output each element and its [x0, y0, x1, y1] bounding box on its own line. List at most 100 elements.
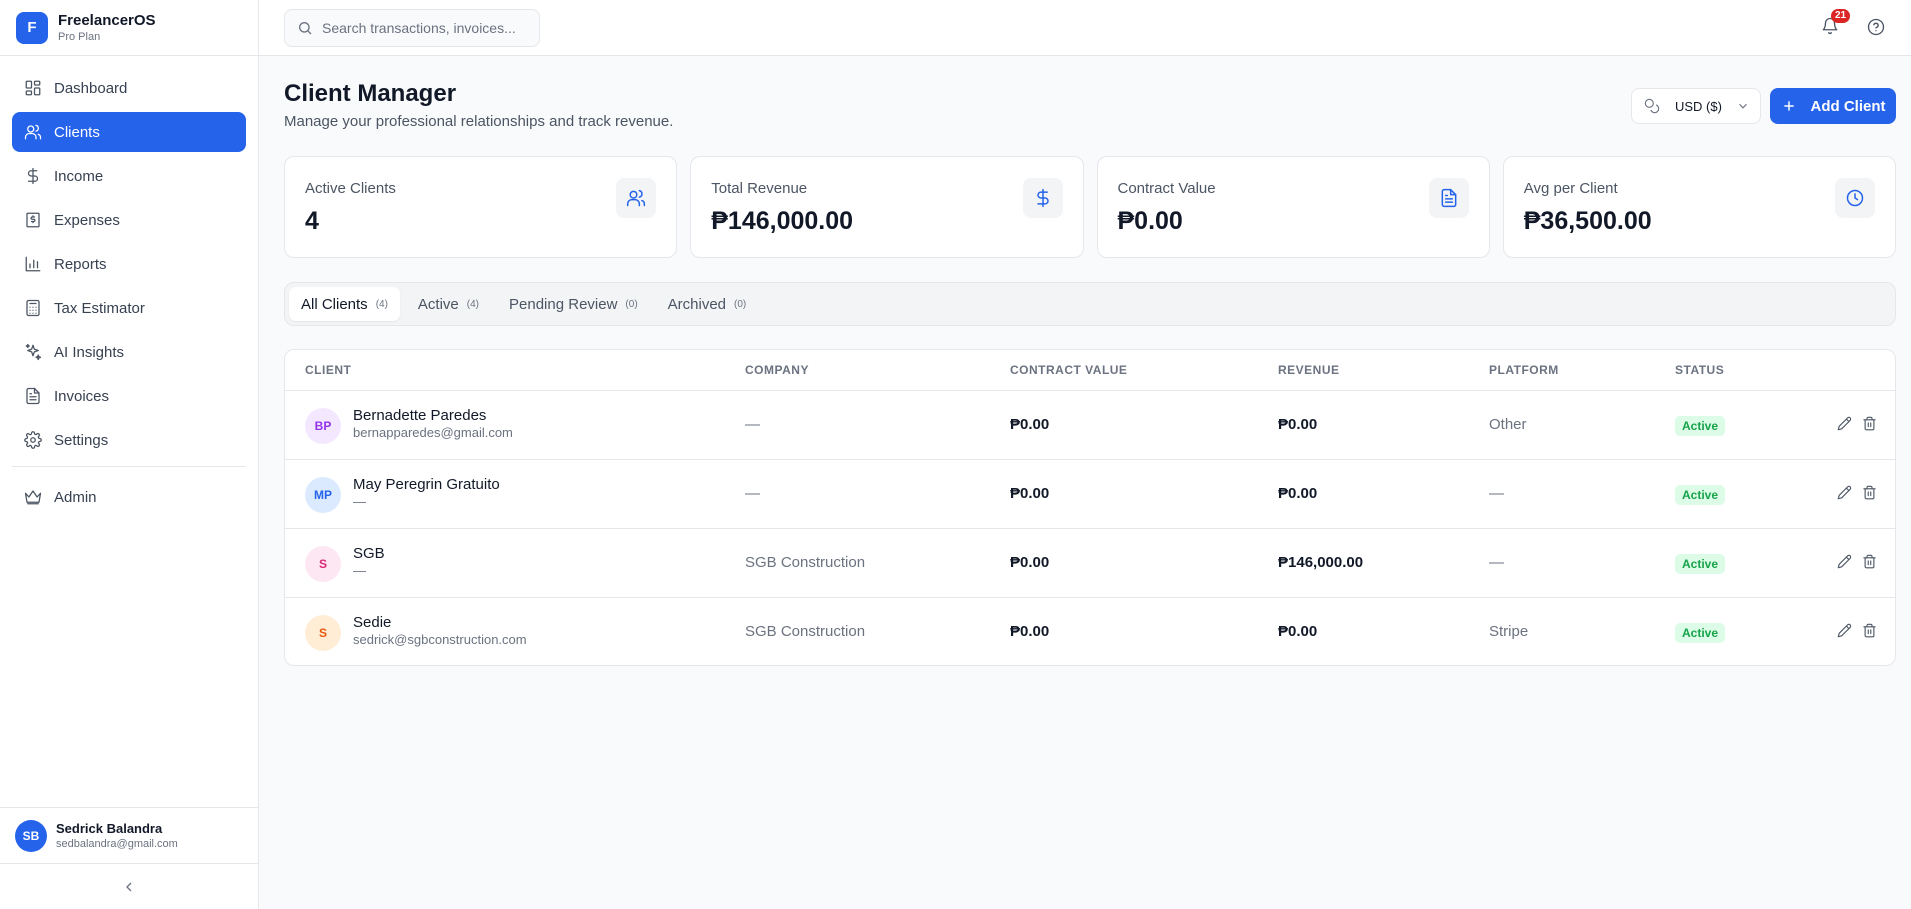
clock-icon: [1846, 189, 1864, 207]
contract-value-cell: ₱0.00: [1010, 416, 1050, 433]
tab-label: Pending Review: [509, 295, 618, 313]
platform-cell: —: [1489, 485, 1504, 502]
coins-icon: [1644, 98, 1660, 114]
status-badge: Active: [1675, 623, 1726, 643]
contract-value-cell: ₱0.00: [1010, 485, 1050, 502]
table-row[interactable]: S SGB — SGB Construction ₱0.00 ₱146,000.…: [285, 529, 1895, 598]
currency-select[interactable]: USD ($): [1631, 88, 1761, 124]
tab-pending-review[interactable]: Pending Review (0): [497, 287, 650, 321]
search-input[interactable]: [322, 20, 532, 36]
user-text: Sedrick Balandra sedbalandra@gmail.com: [56, 821, 178, 851]
stat-card-avg-per-client: Avg per Client ₱36,500.00: [1502, 156, 1896, 258]
row-actions: [1837, 416, 1877, 431]
help-button[interactable]: [1867, 18, 1887, 38]
brand-plan: Pro Plan: [58, 30, 101, 43]
platform-cell: Other: [1489, 416, 1527, 433]
revenue-cell: ₱146,000.00: [1278, 554, 1364, 571]
client-avatar: S: [305, 546, 341, 582]
notification-badge: 21: [1831, 9, 1851, 23]
client-email: bernapparedes@gmail.com: [353, 425, 513, 440]
page-subtitle: Manage your professional relationships a…: [284, 113, 674, 130]
tab-all-clients[interactable]: All Clients (4): [289, 287, 400, 321]
crown-icon: [24, 490, 42, 505]
clients-table: CLIENT COMPANY CONTRACT VALUE REVENUE PL…: [284, 349, 1896, 666]
stat-label: Total Revenue: [711, 180, 808, 197]
brand[interactable]: F FreelancerOS Pro Plan: [0, 0, 258, 56]
client-avatar: BP: [305, 408, 341, 444]
company-cell: —: [745, 485, 760, 502]
edit-icon[interactable]: [1837, 623, 1852, 638]
tab-label: Active: [417, 295, 459, 313]
sidebar-item-label: Reports: [54, 255, 107, 273]
tab-count: (4): [375, 298, 388, 310]
sidebar-item-label: Settings: [54, 431, 109, 449]
company-cell: —: [745, 416, 760, 433]
trash-icon[interactable]: [1862, 554, 1877, 569]
edit-icon[interactable]: [1837, 554, 1852, 569]
tab-archived[interactable]: Archived (0): [656, 287, 759, 321]
sidebar-item-dashboard[interactable]: Dashboard: [12, 68, 246, 108]
company-cell: SGB Construction: [745, 623, 866, 640]
client-name: May Peregrin Gratuito: [353, 476, 500, 493]
client-email: sedrick@sgbconstruction.com: [353, 632, 527, 647]
table-row[interactable]: S Sedie sedrick@sgbconstruction.com SGB …: [285, 598, 1895, 665]
table-row[interactable]: BP Bernadette Paredes bernapparedes@gmai…: [285, 391, 1895, 460]
sidebar-item-admin[interactable]: Admin: [12, 477, 246, 517]
client-cell: S Sedie sedrick@sgbconstruction.com: [305, 614, 527, 651]
stat-label: Contract Value: [1117, 180, 1216, 197]
edit-icon[interactable]: [1837, 416, 1852, 431]
client-name: Sedie: [353, 614, 392, 631]
tab-count: (4): [466, 298, 480, 310]
search-box[interactable]: [284, 9, 540, 47]
sidebar-item-settings[interactable]: Settings: [12, 420, 246, 460]
column-header-status: STATUS: [1675, 363, 1725, 377]
collapse-sidebar-button[interactable]: [0, 863, 258, 909]
trash-icon[interactable]: [1862, 623, 1877, 638]
revenue-cell: ₱0.00: [1278, 623, 1318, 640]
client-text: SGB —: [353, 545, 385, 579]
row-actions: [1837, 623, 1877, 638]
table-row[interactable]: MP May Peregrin Gratuito — — ₱0.00 ₱0.00…: [285, 460, 1895, 529]
page-title: Client Manager: [284, 80, 457, 107]
main-content: Client Manager Manage your professional …: [259, 56, 1911, 909]
bar-chart-icon: [25, 256, 41, 272]
table-header: CLIENT COMPANY CONTRACT VALUE REVENUE PL…: [285, 350, 1895, 391]
sidebar-item-invoices[interactable]: Invoices: [12, 376, 246, 416]
edit-icon[interactable]: [1837, 485, 1852, 500]
client-cell: S SGB —: [305, 545, 385, 582]
add-client-label: Add Client: [1810, 97, 1886, 115]
dollar-icon: [27, 167, 39, 185]
notifications-button[interactable]: 21: [1821, 9, 1851, 39]
add-client-button[interactable]: Add Client: [1770, 88, 1896, 124]
stat-value: ₱0.00: [1117, 207, 1183, 235]
sidebar-item-label: Invoices: [54, 387, 110, 405]
file-text-icon: [26, 387, 40, 405]
column-header-platform: PLATFORM: [1489, 363, 1559, 377]
platform-cell: —: [1489, 554, 1504, 571]
sidebar-item-ai-insights[interactable]: AI Insights: [12, 332, 246, 372]
client-name: SGB: [353, 545, 385, 562]
calculator-icon: [26, 299, 40, 317]
user-profile[interactable]: SB Sedrick Balandra sedbalandra@gmail.co…: [0, 807, 258, 863]
sidebar-item-income[interactable]: Income: [12, 156, 246, 196]
sidebar-item-expenses[interactable]: Expenses: [12, 200, 246, 240]
stat-icon-box: [1428, 178, 1469, 218]
sidebar-item-reports[interactable]: Reports: [12, 244, 246, 284]
brand-text: FreelancerOS Pro Plan: [58, 12, 156, 44]
sidebar-item-label: Tax Estimator: [54, 299, 145, 317]
trash-icon[interactable]: [1862, 416, 1877, 431]
trash-icon[interactable]: [1862, 485, 1877, 500]
sidebar-item-label: Clients: [54, 123, 100, 141]
client-email: —: [353, 494, 366, 509]
stat-value: ₱146,000.00: [711, 207, 854, 235]
sidebar-item-tax-estimator[interactable]: Tax Estimator: [12, 288, 246, 328]
client-text: Sedie sedrick@sgbconstruction.com: [353, 614, 527, 648]
sidebar-item-label: Expenses: [54, 211, 120, 229]
client-name: Bernadette Paredes: [353, 407, 487, 424]
column-header-contract-value: CONTRACT VALUE: [1010, 363, 1128, 377]
sidebar-item-label: AI Insights: [54, 343, 125, 361]
tab-active[interactable]: Active (4): [406, 287, 491, 321]
stat-card-contract-value: Contract Value ₱0.00: [1096, 156, 1490, 258]
sidebar-item-clients[interactable]: Clients: [12, 112, 246, 152]
chevron-left-icon: [126, 882, 132, 891]
